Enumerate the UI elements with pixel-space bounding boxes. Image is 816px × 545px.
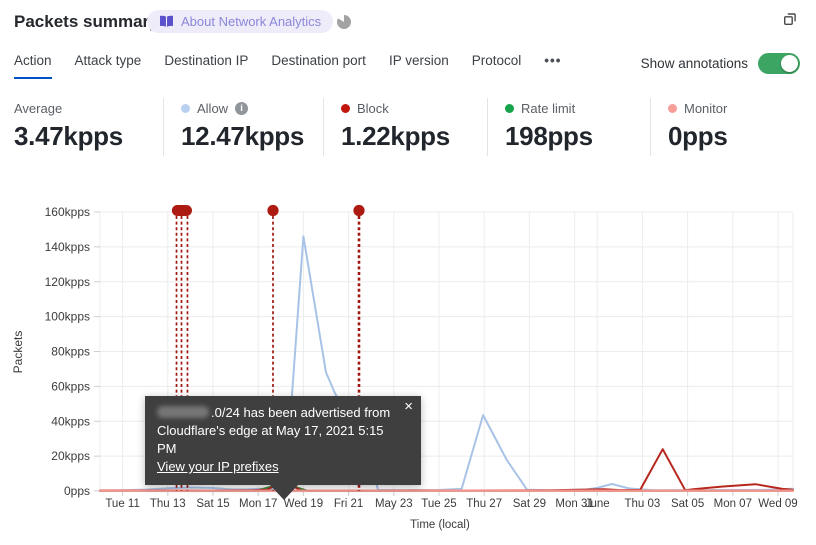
tooltip-line1: .0/24 has been advertised from <box>157 404 395 422</box>
annotation-tooltip: × .0/24 has been advertised from Cloudfl… <box>145 396 421 500</box>
stat-label: Monitor <box>668 100 816 116</box>
series-color-dot <box>181 103 190 113</box>
series-color-dot <box>505 103 514 113</box>
tab-protocol[interactable]: Protocol <box>472 53 522 77</box>
svg-text:Mon 07: Mon 07 <box>714 498 752 510</box>
stat-value: 0pps <box>668 121 728 151</box>
tooltip-arrow <box>270 485 298 500</box>
stat-allow: Allow i 12.47kpps <box>163 98 323 156</box>
y-axis-title: Packets <box>11 331 25 374</box>
annotation-marker-pill[interactable] <box>171 205 192 216</box>
svg-text:160kpps: 160kpps <box>45 205 90 219</box>
show-annotations-toggle[interactable] <box>758 53 800 74</box>
stat-label: Allow i <box>181 100 323 116</box>
annotation-marker-dot[interactable] <box>353 204 365 217</box>
svg-text:40kpps: 40kpps <box>51 414 90 428</box>
filter-tabs: Action Attack type Destination IP Destinati… <box>14 53 561 79</box>
svg-text:Sat 05: Sat 05 <box>671 498 704 510</box>
tooltip-line2: Cloudflare's edge at May 17, 2021 5:15 P… <box>157 423 384 456</box>
about-network-analytics-badge[interactable]: About Network Analytics <box>147 10 334 33</box>
svg-text:Thu 27: Thu 27 <box>466 498 502 510</box>
stat-value: 1.22kpps <box>341 121 450 151</box>
tab-more[interactable]: ••• <box>544 53 561 77</box>
svg-text:0pps: 0pps <box>64 484 90 498</box>
show-annotations-label: Show annotations <box>640 56 748 71</box>
x-axis-title: Time (local) <box>410 519 470 531</box>
stat-label: Average <box>14 100 63 116</box>
svg-text:80kpps: 80kpps <box>51 345 90 359</box>
x-tick-labels: Tue 11 Thu 13 Sat 15 Mon 17 Wed 19 Fri 21 May … <box>105 498 797 510</box>
tab-attack-type[interactable]: Attack type <box>75 53 142 77</box>
toggle-knob <box>781 55 798 72</box>
svg-text:120kpps: 120kpps <box>45 275 90 289</box>
badge-label: About Network Analytics <box>181 14 322 29</box>
stat-rate-limit: Rate limit 198pps <box>487 98 650 156</box>
tab-destination-ip[interactable]: Destination IP <box>164 53 248 77</box>
svg-text:60kpps: 60kpps <box>51 379 90 393</box>
summary-stats-row: Average 3.47kpps Allow i 12.47kpps Block 1.22k… <box>0 98 816 156</box>
svg-text:Thu 13: Thu 13 <box>150 498 186 510</box>
stat-label: Rate limit <box>505 100 650 116</box>
book-icon <box>159 15 174 28</box>
info-icon[interactable]: i <box>235 101 249 115</box>
restore-window-icon[interactable] <box>782 11 798 32</box>
stat-monitor: Monitor 0pps <box>650 98 816 156</box>
stat-label: Block <box>341 100 487 116</box>
stat-average: Average 3.47kpps <box>0 98 163 156</box>
page-title: Packets summary <box>14 12 159 31</box>
annotation-marker-dot[interactable] <box>267 204 279 217</box>
svg-text:100kpps: 100kpps <box>45 310 90 324</box>
svg-text:May 23: May 23 <box>375 498 413 510</box>
svg-text:June: June <box>585 498 610 510</box>
stat-value: 198pps <box>505 121 593 151</box>
svg-text:20kpps: 20kpps <box>51 449 90 463</box>
close-icon[interactable]: × <box>404 399 413 414</box>
stat-value: 3.47kpps <box>14 121 123 151</box>
svg-text:Wed 09: Wed 09 <box>758 498 797 510</box>
view-ip-prefixes-link[interactable]: View your IP prefixes <box>157 459 279 474</box>
svg-text:Sat 29: Sat 29 <box>513 498 546 510</box>
svg-text:Tue 25: Tue 25 <box>421 498 456 510</box>
packets-chart: 0pps 20kpps 40kpps 60kpps 80kpps 100kpps 120kp… <box>11 204 798 531</box>
tab-action[interactable]: Action <box>14 53 52 79</box>
svg-text:Fri 21: Fri 21 <box>334 498 363 510</box>
svg-text:140kpps: 140kpps <box>45 240 90 254</box>
tab-destination-port[interactable]: Destination port <box>271 53 366 77</box>
series-color-dot <box>341 103 350 113</box>
svg-text:Thu 03: Thu 03 <box>624 498 660 510</box>
stat-value: 12.47kpps <box>181 121 305 151</box>
series-color-dot <box>668 103 677 113</box>
stat-block: Block 1.22kpps <box>323 98 487 156</box>
pie-icon <box>337 14 352 34</box>
redacted-ip-prefix <box>157 406 209 418</box>
network-analytics-page: { "header": { "title": "Packets summary"… <box>0 0 816 545</box>
tab-ip-version[interactable]: IP version <box>389 53 449 77</box>
y-tick-labels: 0pps 20kpps 40kpps 60kpps 80kpps 100kpps 120kp… <box>45 205 90 498</box>
show-annotations-control: Show annotations <box>641 53 800 74</box>
svg-text:Sat 15: Sat 15 <box>196 498 229 510</box>
svg-text:Tue 11: Tue 11 <box>105 498 140 510</box>
